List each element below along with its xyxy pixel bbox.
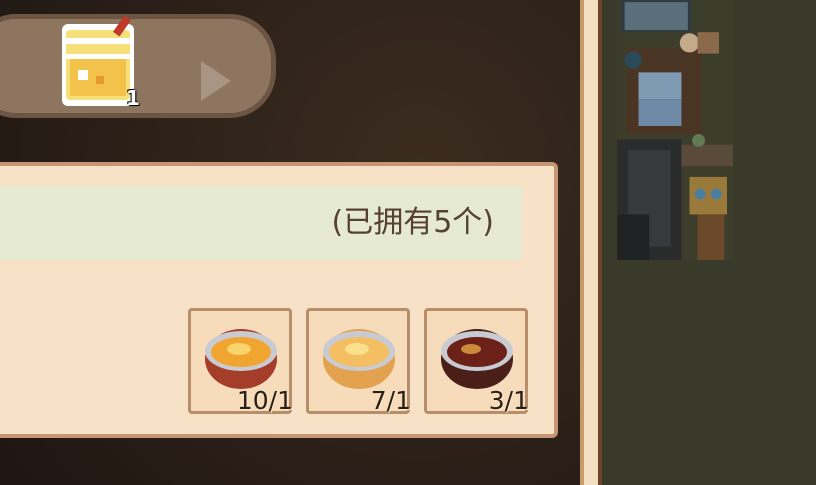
owned-bar: (已拥有5个) [0,186,522,260]
ingredient-count: 7/1 [370,386,411,415]
background-room [600,0,816,485]
ingredient-slot[interactable]: 7/1 [306,308,411,415]
ingredient-slot[interactable]: 10/1 [188,308,293,415]
ingredient-count: 3/1 [488,386,529,415]
recipe-panel: (已拥有5个) 10/1 7/1 3/1 [0,162,558,438]
drink-count: 1 [126,86,140,110]
ingredient-slot[interactable]: 3/1 [424,308,529,415]
ingredient-count: 10/1 [236,386,293,415]
arrow-right-icon[interactable] [201,61,231,101]
owned-count-text: (已拥有5个) [331,205,495,240]
window-frame [580,0,602,485]
